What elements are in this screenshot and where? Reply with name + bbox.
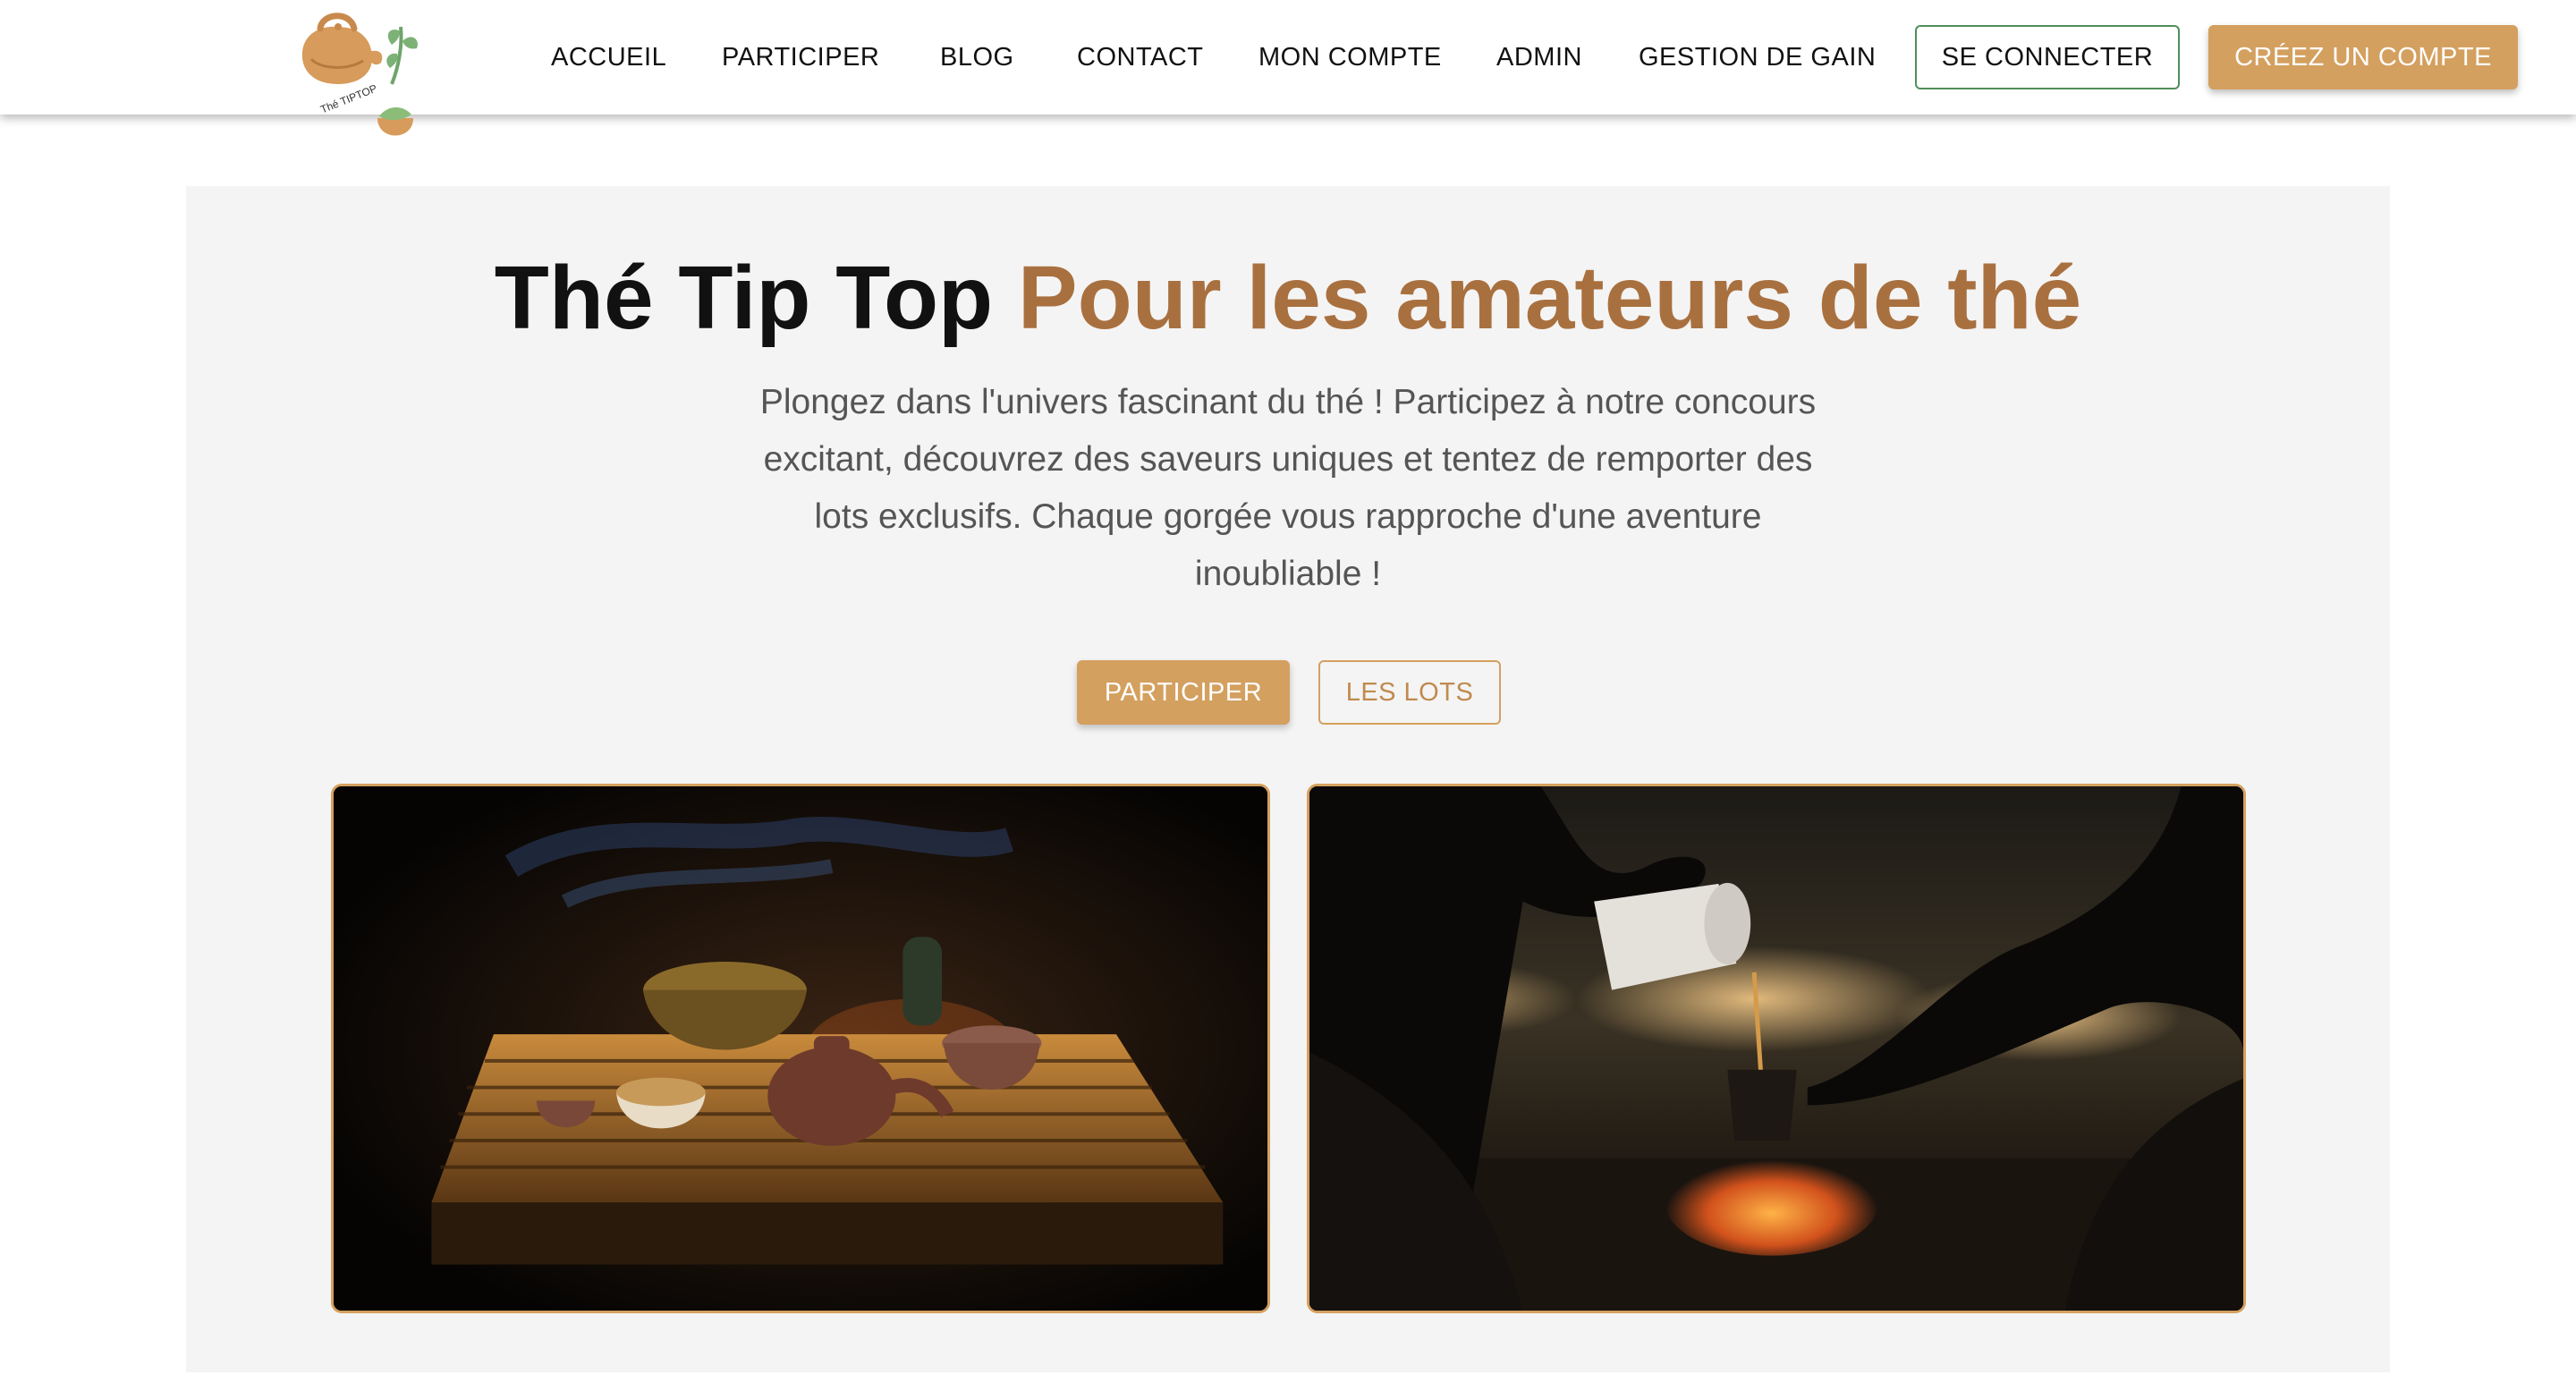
hero-title-main: Thé Tip Top xyxy=(494,248,994,348)
nav-link-mon-compte[interactable]: MON COMPTE xyxy=(1258,39,1442,75)
hero-description: Plongez dans l'univers fascinant du thé … xyxy=(759,383,1817,593)
signup-button[interactable]: CRÉEZ UN COMPTE xyxy=(2208,25,2518,89)
tea-ceremony-photo xyxy=(331,784,1270,1313)
nav-link-participer[interactable]: PARTICIPER xyxy=(722,39,879,75)
login-button[interactable]: SE CONNECTER xyxy=(1915,25,2180,89)
lots-button[interactable]: LES LOTS xyxy=(1318,660,1501,725)
nav-link-admin[interactable]: ADMIN xyxy=(1496,39,1582,75)
nav-link-blog[interactable]: BLOG xyxy=(940,39,1014,75)
nav-link-gestion-de-gain[interactable]: GESTION DE GAIN xyxy=(1639,39,1876,75)
participate-button[interactable]: PARTICIPER xyxy=(1077,660,1290,725)
nav-link-accueil[interactable]: ACCUEIL xyxy=(551,39,666,75)
hero-title-accent: Pour les amateurs de thé xyxy=(1017,248,2082,348)
nav-link-contact[interactable]: CONTACT xyxy=(1077,39,1204,75)
hero-title: Thé Tip Top Pour les amateurs de thé xyxy=(186,240,2390,356)
campfire-tea-pouring-photo xyxy=(1307,784,2246,1313)
logo-text: Thé TIPTOP xyxy=(318,82,378,116)
teapot-leaf-logo-icon: Thé TIPTOP xyxy=(301,13,418,136)
site-logo[interactable]: Thé TIPTOP xyxy=(292,9,426,147)
hero-section: Thé Tip Top Pour les amateurs de thé Plo… xyxy=(186,186,2390,1372)
